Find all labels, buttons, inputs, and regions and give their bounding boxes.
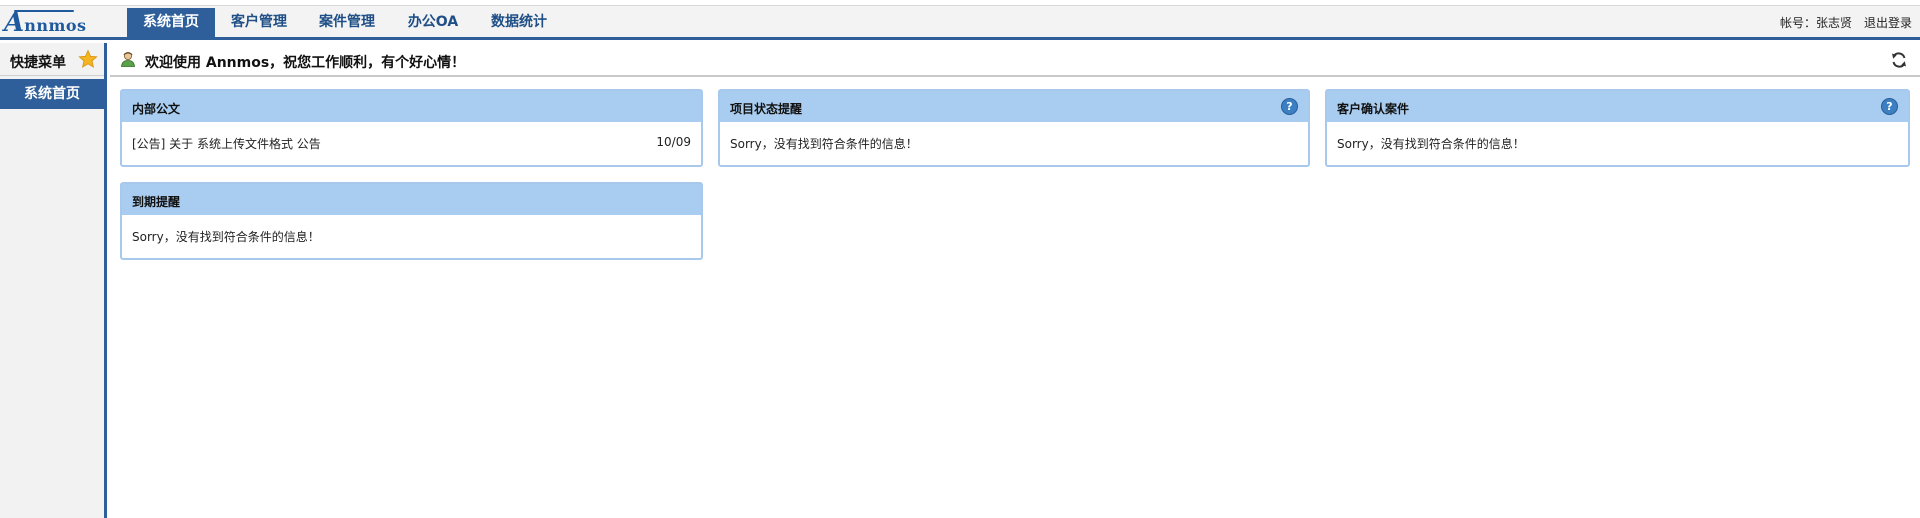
top-strip (0, 0, 1920, 6)
logo-swoosh (14, 10, 74, 12)
empty-message: Sorry，没有找到符合条件的信息！ (730, 137, 918, 151)
panel-body: Sorry，没有找到符合条件的信息！ (720, 122, 1308, 165)
empty-message: Sorry，没有找到符合条件的信息！ (1337, 137, 1525, 151)
user-box: 帐号：张志贤 退出登录 (1780, 14, 1912, 31)
tab-data-statistics[interactable]: 数据统计 (475, 8, 563, 37)
logo: A nnmos (4, 10, 87, 36)
account-label: 帐号：张志贤 (1779, 16, 1852, 30)
welcome-message: 欢迎使用 Annmos，祝您工作顺利，有个好心情！ (145, 55, 466, 71)
panel-title: 到期提醒 (132, 195, 181, 209)
sidebar-title: 快捷菜单 (10, 55, 66, 71)
panel-expiry: 到期提醒 Sorry，没有找到符合条件的信息！ (120, 182, 703, 260)
panel-body: Sorry，没有找到符合条件的信息！ (1327, 122, 1908, 165)
user-icon (121, 52, 135, 67)
tab-office-oa[interactable]: 办公OA (391, 8, 475, 37)
panel-internal-docs: 内部公文 [公告] 关于 系统上传文件格式 公告 10/09 (120, 89, 703, 167)
panel-project-status: 项目状态提醒 ? Sorry，没有找到符合条件的信息！ (718, 89, 1310, 167)
tab-case-management[interactable]: 案件管理 (303, 8, 391, 37)
panel-client-confirm: 客户确认案件 ? Sorry，没有找到符合条件的信息！ (1325, 89, 1910, 167)
star-icon[interactable] (78, 49, 98, 69)
panel-body: [公告] 关于 系统上传文件格式 公告 10/09 (122, 122, 701, 165)
empty-message: Sorry，没有找到符合条件的信息！ (132, 230, 320, 244)
welcome-bar: 欢迎使用 Annmos，祝您工作顺利，有个好心情！ (110, 43, 1920, 77)
tab-customer-management[interactable]: 客户管理 (215, 8, 303, 37)
logo-text: nnmos (24, 16, 87, 35)
panel-body: Sorry，没有找到符合条件的信息！ (122, 215, 701, 258)
notice-date: 10/09 (656, 135, 691, 149)
logout-link[interactable]: 退出登录 (1864, 14, 1912, 31)
help-icon[interactable]: ? (1281, 98, 1298, 115)
panel-header: 客户确认案件 ? (1327, 91, 1908, 122)
panel-header: 到期提醒 (122, 184, 701, 215)
top-bar: A nnmos 系统首页 客户管理 案件管理 办公OA 数据统计 帐号：张志贤 … (0, 0, 1920, 40)
refresh-icon[interactable] (1890, 51, 1908, 69)
notice-link[interactable]: [公告] 关于 系统上传文件格式 公告 (132, 137, 321, 151)
panel-header: 项目状态提醒 ? (720, 91, 1308, 122)
panel-title: 客户确认案件 (1337, 102, 1410, 116)
sidebar-item-home[interactable]: 系统首页 (0, 79, 104, 109)
sidebar: 快捷菜单 系统首页 (0, 43, 107, 518)
panel-header: 内部公文 (122, 91, 701, 122)
help-icon[interactable]: ? (1881, 98, 1898, 115)
panel-title: 项目状态提醒 (730, 102, 803, 116)
main-nav: 系统首页 客户管理 案件管理 办公OA 数据统计 (127, 8, 563, 37)
panel-title: 内部公文 (132, 102, 181, 116)
logo-letter: A (4, 8, 25, 38)
sidebar-header: 快捷菜单 (0, 43, 104, 76)
tab-home[interactable]: 系统首页 (127, 8, 215, 37)
